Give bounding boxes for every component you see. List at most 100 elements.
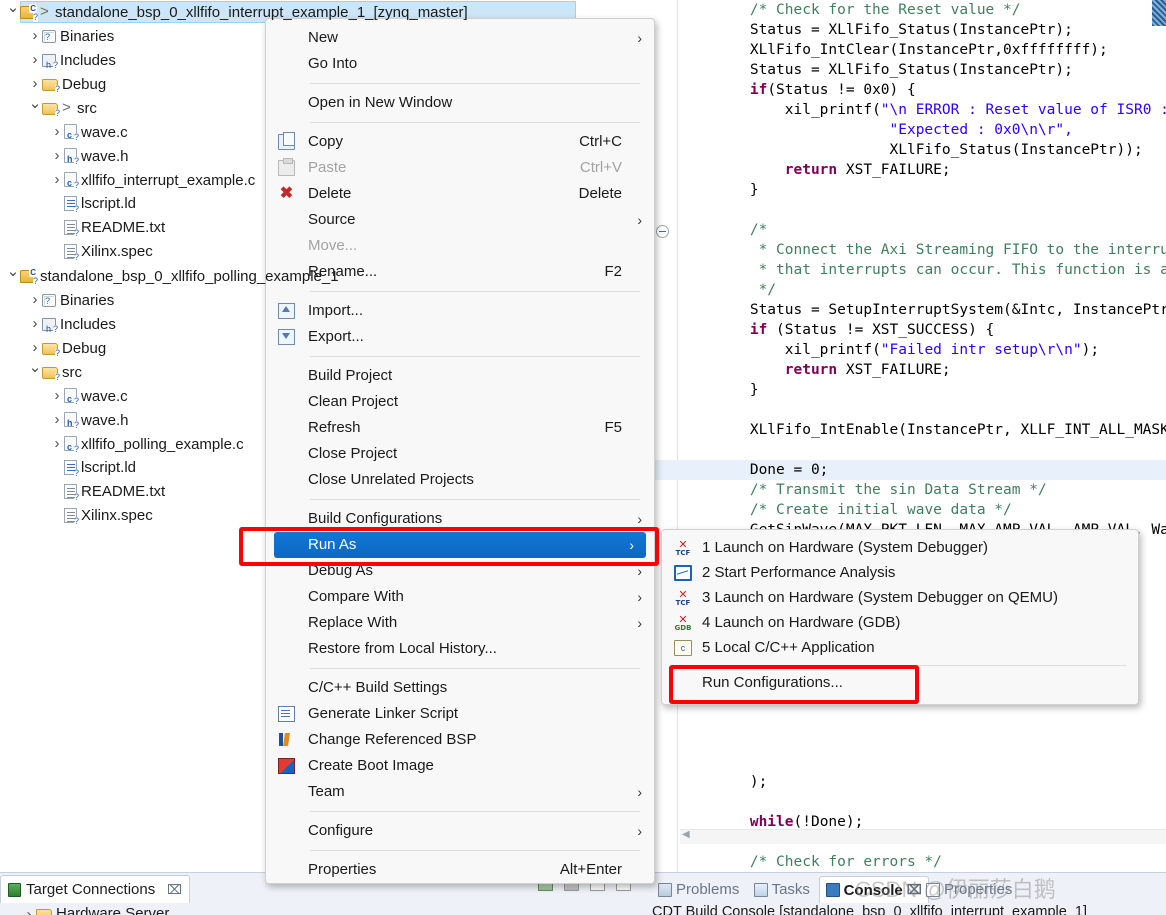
chevron-right-icon[interactable] bbox=[50, 408, 64, 433]
tree-item-prefix: > bbox=[62, 99, 75, 117]
hardware-server-node[interactable]: Hardware Server bbox=[22, 905, 169, 915]
menu-item-compare-with[interactable]: Compare With › bbox=[266, 584, 654, 610]
menu-item-export[interactable]: Export... bbox=[266, 324, 654, 350]
tree-item-label: src bbox=[76, 99, 97, 117]
menu-item-close-unrelated-projects[interactable]: Close Unrelated Projects bbox=[266, 467, 654, 493]
chevron-right-icon[interactable] bbox=[50, 120, 64, 145]
code-line: xil_printf("\n ERROR : Reset value of IS… bbox=[680, 100, 1166, 120]
menu-item-new[interactable]: New › bbox=[266, 25, 654, 51]
editor-vertical-scrollbar[interactable] bbox=[1152, 0, 1166, 26]
menu-item-debug-as[interactable]: Debug As › bbox=[266, 558, 654, 584]
menu-separator bbox=[310, 356, 640, 357]
code-line: "Expected : 0x0\n\r", bbox=[680, 120, 1166, 140]
submenu-item-3[interactable]: TCF 3 Launch on Hardware (System Debugger… bbox=[662, 585, 1138, 610]
project-c-icon bbox=[20, 4, 39, 23]
code-token: XST_FAILURE; bbox=[837, 162, 951, 178]
chevron-right-icon[interactable] bbox=[28, 72, 42, 97]
menu-item-label: Team bbox=[308, 783, 345, 800]
menu-item-refresh[interactable]: Refresh F5 bbox=[266, 415, 654, 441]
menu-item-copy[interactable]: Copy Ctrl+C bbox=[266, 129, 654, 155]
menu-item-team[interactable]: Team › bbox=[266, 779, 654, 805]
chevron-right-icon[interactable] bbox=[28, 336, 42, 361]
menu-item-create-boot-image[interactable]: Create Boot Image bbox=[266, 753, 654, 779]
tab-tasks[interactable]: Tasks bbox=[748, 876, 816, 903]
project-c-icon bbox=[20, 268, 39, 287]
submenu-item-1[interactable]: TCF 1 Launch on Hardware (System Debugger… bbox=[662, 535, 1138, 560]
chevron-right-icon[interactable] bbox=[50, 432, 64, 457]
close-icon[interactable]: ⌧ bbox=[167, 882, 182, 898]
menu-item-change-referenced-bsp[interactable]: Change Referenced BSP bbox=[266, 727, 654, 753]
c-file-icon bbox=[64, 387, 79, 411]
submenu-item-label: 1 Launch on Hardware (System Debugger) bbox=[702, 539, 988, 556]
code-line: if (Status != XST_SUCCESS) { bbox=[680, 320, 1166, 340]
bsp-icon bbox=[278, 732, 295, 748]
eclipse-ide-window: > standalone_bsp_0_xllfifo_interrupt_exa… bbox=[0, 0, 1166, 915]
menu-item-run-as[interactable]: Run As › bbox=[274, 532, 646, 558]
menu-item-source[interactable]: Source › bbox=[266, 207, 654, 233]
code-token: (Status != XST_SUCCESS) { bbox=[767, 322, 995, 338]
menu-item-properties[interactable]: Properties Alt+Enter bbox=[266, 857, 654, 883]
submenu-item-4[interactable]: GDB 4 Launch on Hardware (GDB) bbox=[662, 610, 1138, 635]
menu-item-clean-project[interactable]: Clean Project bbox=[266, 389, 654, 415]
project-context-menu[interactable]: New › Go Into Open in New Window Copy Ctrl+C P… bbox=[265, 18, 655, 884]
menu-item-open-in-new-window[interactable]: Open in New Window bbox=[266, 90, 654, 116]
code-token: Status = XLlFifo_Status(InstancePtr); bbox=[749, 62, 1073, 78]
chevron-down-icon[interactable] bbox=[28, 96, 42, 121]
chevron-right-icon[interactable] bbox=[22, 906, 36, 915]
menu-item-replace-with[interactable]: Replace With › bbox=[266, 610, 654, 636]
code-token: ); bbox=[749, 774, 768, 790]
menu-item-configure[interactable]: Configure › bbox=[266, 818, 654, 844]
chevron-down-icon[interactable] bbox=[28, 360, 42, 385]
chevron-right-icon[interactable] bbox=[28, 24, 42, 49]
chevron-down-icon[interactable] bbox=[6, 0, 20, 25]
menu-item-go-into[interactable]: Go Into bbox=[266, 51, 654, 77]
run-as-submenu[interactable]: TCF 1 Launch on Hardware (System Debugger… bbox=[661, 529, 1139, 705]
menu-item-generate-linker-script[interactable]: Generate Linker Script bbox=[266, 701, 654, 727]
tab-console[interactable]: Console ⌧ bbox=[818, 876, 929, 903]
includes-icon bbox=[42, 53, 58, 77]
code-token: /* bbox=[749, 222, 768, 238]
code-line: Status = XLlFifo_Status(InstancePtr); bbox=[680, 20, 1166, 40]
chevron-right-icon[interactable] bbox=[50, 384, 64, 409]
tree-item-label: Binaries bbox=[60, 27, 115, 45]
chevron-right-icon[interactable] bbox=[28, 288, 42, 313]
chevron-right-icon[interactable] bbox=[50, 168, 64, 193]
chevron-right-icon[interactable] bbox=[50, 144, 64, 169]
submenu-item-2[interactable]: 2 Start Performance Analysis bbox=[662, 560, 1138, 585]
tab-target-connections[interactable]: Target Connections ⌧ bbox=[0, 875, 190, 903]
menu-item-c-c-build-settings[interactable]: C/C++ Build Settings bbox=[266, 675, 654, 701]
submenu-item-5[interactable]: 5 Local C/C++ Application bbox=[662, 635, 1138, 660]
code-token: ); bbox=[1081, 342, 1100, 358]
menu-item-delete[interactable]: Delete Delete bbox=[266, 181, 654, 207]
menu-item-label: Source bbox=[308, 211, 356, 228]
editor-horizontal-scrollbar[interactable] bbox=[680, 829, 1166, 844]
fold-collapse-icon[interactable] bbox=[656, 225, 669, 238]
code-editor[interactable]: /* Check for the Reset value */ Status =… bbox=[648, 0, 1166, 872]
menu-item-close-project[interactable]: Close Project bbox=[266, 441, 654, 467]
code-token: } bbox=[749, 182, 759, 198]
menu-item-label: Copy bbox=[308, 133, 344, 150]
menu-separator bbox=[310, 291, 640, 292]
menu-item-import[interactable]: Import... bbox=[266, 298, 654, 324]
tab-problems[interactable]: Problems bbox=[652, 876, 745, 903]
submenu-item-run-configurations[interactable]: Run Configurations... bbox=[662, 670, 1138, 695]
menu-item-label: Run As bbox=[308, 536, 357, 553]
source-code-text[interactable]: /* Check for the Reset value */ Status =… bbox=[648, 0, 1166, 872]
chevron-right-icon[interactable] bbox=[28, 312, 42, 337]
chevron-down-icon[interactable] bbox=[6, 264, 20, 289]
menu-item-restore-from-local-history[interactable]: Restore from Local History... bbox=[266, 636, 654, 662]
menu-item-build-configurations[interactable]: Build Configurations › bbox=[266, 506, 654, 532]
tree-item-prefix: > bbox=[40, 3, 53, 21]
code-line: */ bbox=[680, 280, 1166, 300]
menu-item-build-project[interactable]: Build Project bbox=[266, 363, 654, 389]
chevron-right-icon[interactable] bbox=[28, 48, 42, 73]
tree-item-label: wave.c bbox=[81, 387, 128, 405]
tab-properties[interactable]: Properties bbox=[920, 876, 1018, 903]
